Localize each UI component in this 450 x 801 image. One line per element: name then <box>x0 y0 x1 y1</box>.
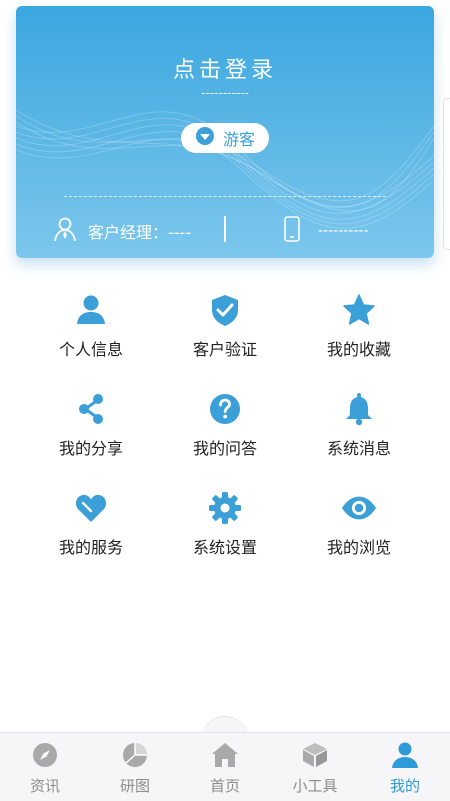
manager-icon <box>52 216 78 246</box>
tab-label: 小工具 <box>292 777 338 795</box>
guest-badge: 游客 <box>181 123 269 153</box>
tab-mine[interactable]: 我的 <box>360 733 450 801</box>
menu-item-label: 个人信息 <box>58 340 123 359</box>
pie-chart-icon <box>121 741 149 769</box>
profile-card: 点击登录 ----------- 游客 客户经理：---- ---------- <box>16 6 434 258</box>
menu-item-favorites[interactable]: 我的收藏 <box>292 286 426 385</box>
login-dash-line: ----------- <box>201 86 249 100</box>
share-icon <box>73 391 109 427</box>
phone-info: ---------- <box>284 216 369 246</box>
bottom-tab-bar: 资讯 研图 首页 小工具 我的 <box>0 732 450 801</box>
gear-icon <box>207 490 243 526</box>
card-divider <box>64 196 386 197</box>
menu-item-browsing-history[interactable]: 我的浏览 <box>292 484 426 583</box>
menu-item-share[interactable]: 我的分享 <box>24 385 158 484</box>
vertical-separator <box>224 216 226 242</box>
star-icon <box>341 292 377 328</box>
menu-item-label: 客户验证 <box>192 340 257 359</box>
menu-item-label: 系统设置 <box>192 538 257 557</box>
tab-tools[interactable]: 小工具 <box>270 733 360 801</box>
bell-icon <box>341 391 377 427</box>
menu-item-label: 我的服务 <box>58 538 123 557</box>
menu-item-customer-verify[interactable]: 客户验证 <box>158 286 292 385</box>
menu-item-label: 我的问答 <box>192 439 257 458</box>
edge-tab[interactable] <box>443 98 450 250</box>
compass-icon <box>31 741 59 769</box>
menu-item-system-messages[interactable]: 系统消息 <box>292 385 426 484</box>
tab-home[interactable]: 首页 <box>180 733 270 801</box>
question-icon <box>207 391 243 427</box>
login-link[interactable]: 点击登录 <box>16 52 434 84</box>
menu-item-label: 系统消息 <box>326 439 391 458</box>
tab-label: 研图 <box>119 777 150 795</box>
menu-item-personal-info[interactable]: 个人信息 <box>24 286 158 385</box>
eye-icon <box>341 490 377 526</box>
manager-label: 客户经理：---- <box>88 223 192 242</box>
account-manager: 客户经理：---- <box>52 214 191 248</box>
menu-item-qa[interactable]: 我的问答 <box>158 385 292 484</box>
heart-icon <box>73 490 109 526</box>
tab-label: 资讯 <box>29 777 60 795</box>
box-icon <box>301 741 329 769</box>
menu-item-label: 我的浏览 <box>326 538 391 557</box>
home-icon <box>211 741 239 769</box>
menu-item-label: 我的收藏 <box>326 340 391 359</box>
shield-check-icon <box>207 292 243 328</box>
menu-grid: 个人信息 客户验证 我的收藏 我的分享 我的问答 系统消息 我的服务 系统设置 … <box>24 286 426 583</box>
person-icon <box>73 292 109 328</box>
tab-research-charts[interactable]: 研图 <box>90 733 180 801</box>
tab-label: 我的 <box>389 777 420 795</box>
menu-item-label: 我的分享 <box>58 439 123 458</box>
phone-value: ---------- <box>318 223 369 239</box>
menu-item-my-services[interactable]: 我的服务 <box>24 484 158 583</box>
guest-label: 游客 <box>222 130 255 149</box>
diamond-icon <box>195 126 215 150</box>
phone-icon <box>284 216 300 246</box>
tab-news[interactable]: 资讯 <box>0 733 90 801</box>
user-icon <box>391 741 419 769</box>
tab-label: 首页 <box>209 777 240 795</box>
menu-item-settings[interactable]: 系统设置 <box>158 484 292 583</box>
